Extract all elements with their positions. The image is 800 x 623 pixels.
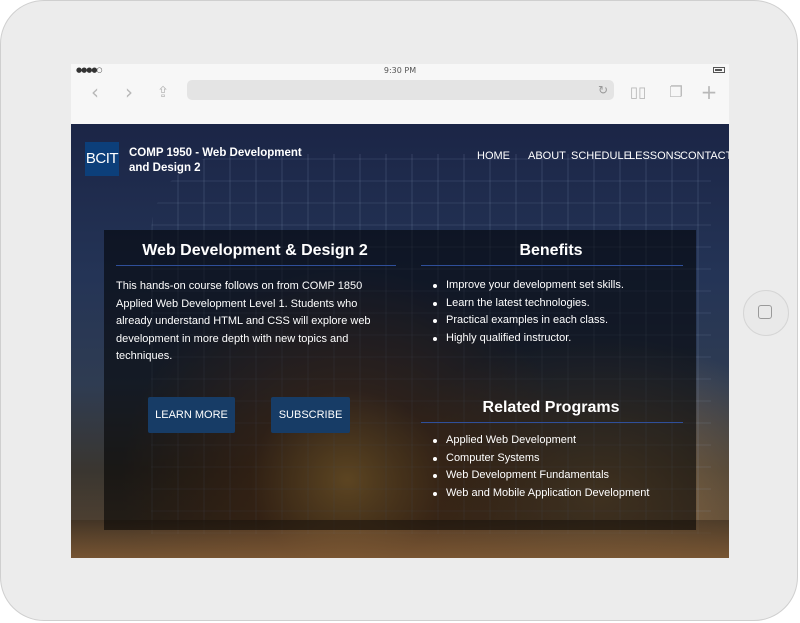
subscribe-button[interactable]: SUBSCRIBE xyxy=(271,397,350,433)
list-item: Highly qualified instructor. xyxy=(430,330,624,348)
tablet-frame: ●●●●○ 9:30 PM ‹ › ⇪ ↻ ▯▯ ❐ + BCIT COMP 1… xyxy=(0,0,798,621)
list-item: Improve your development set skills. xyxy=(430,277,624,295)
intro-text: This hands-on course follows on from COM… xyxy=(116,280,371,362)
reload-icon[interactable]: ↻ xyxy=(598,80,608,100)
share-icon[interactable]: ⇪ xyxy=(151,80,175,104)
browser-toolbar: ‹ › ⇪ ↻ ▯▯ ❐ + xyxy=(71,77,729,124)
related-programs-panel: Related Programs Applied Web Development… xyxy=(406,385,696,530)
benefits-divider xyxy=(421,265,683,266)
screen: ●●●●○ 9:30 PM ‹ › ⇪ ↻ ▯▯ ❐ + BCIT COMP 1… xyxy=(71,64,729,558)
course-title: COMP 1950 - Web Development and Design 2 xyxy=(129,147,302,174)
list-item[interactable]: Computer Systems xyxy=(430,450,649,468)
related-programs-list: Applied Web Development Computer Systems… xyxy=(430,432,649,502)
web-page: BCIT COMP 1950 - Web Development and Des… xyxy=(71,124,729,558)
benefits-panel: Benefits Improve your development set sk… xyxy=(406,230,696,385)
intro-heading: Web Development & Design 2 xyxy=(142,242,368,259)
book-icon[interactable]: ▯▯ xyxy=(626,80,650,104)
benefits-heading: Benefits xyxy=(519,242,583,259)
learn-more-button[interactable]: LEARN MORE xyxy=(148,397,235,433)
battery-icon xyxy=(713,67,725,73)
list-item[interactable]: Web and Mobile Application Development xyxy=(430,485,649,503)
status-time: 9:30 PM xyxy=(383,66,417,75)
benefits-list: Improve your development set skills. Lea… xyxy=(430,277,624,347)
list-item[interactable]: Applied Web Development xyxy=(430,432,649,450)
url-bar[interactable]: ↻ xyxy=(187,80,614,100)
list-item: Practical examples in each class. xyxy=(430,312,624,330)
related-programs-divider xyxy=(421,422,683,423)
square-icon xyxy=(758,305,772,319)
nav-schedule[interactable]: SCHEDULE xyxy=(571,150,631,162)
bcit-logo[interactable]: BCIT xyxy=(85,142,119,176)
related-programs-heading: Related Programs xyxy=(482,399,620,416)
list-item: Learn the latest technologies. xyxy=(430,295,624,313)
back-icon[interactable]: ‹ xyxy=(83,80,107,104)
list-item[interactable]: Web Development Fundamentals xyxy=(430,467,649,485)
home-button[interactable] xyxy=(743,290,789,336)
status-bar: ●●●●○ 9:30 PM xyxy=(71,64,729,77)
nav-home[interactable]: HOME xyxy=(477,150,510,162)
plus-icon[interactable]: + xyxy=(697,80,721,104)
nav-contact[interactable]: CONTACT xyxy=(680,150,729,162)
intro-divider xyxy=(116,265,396,266)
nav-about[interactable]: ABOUT xyxy=(528,150,566,162)
tabs-icon[interactable]: ❐ xyxy=(664,80,688,104)
intro-panel: Web Development & Design 2 This hands-on… xyxy=(104,230,406,530)
forward-icon[interactable]: › xyxy=(117,80,141,104)
nav-lessons[interactable]: LESSONS xyxy=(629,150,681,162)
signal-icon: ●●●●○ xyxy=(76,66,103,74)
